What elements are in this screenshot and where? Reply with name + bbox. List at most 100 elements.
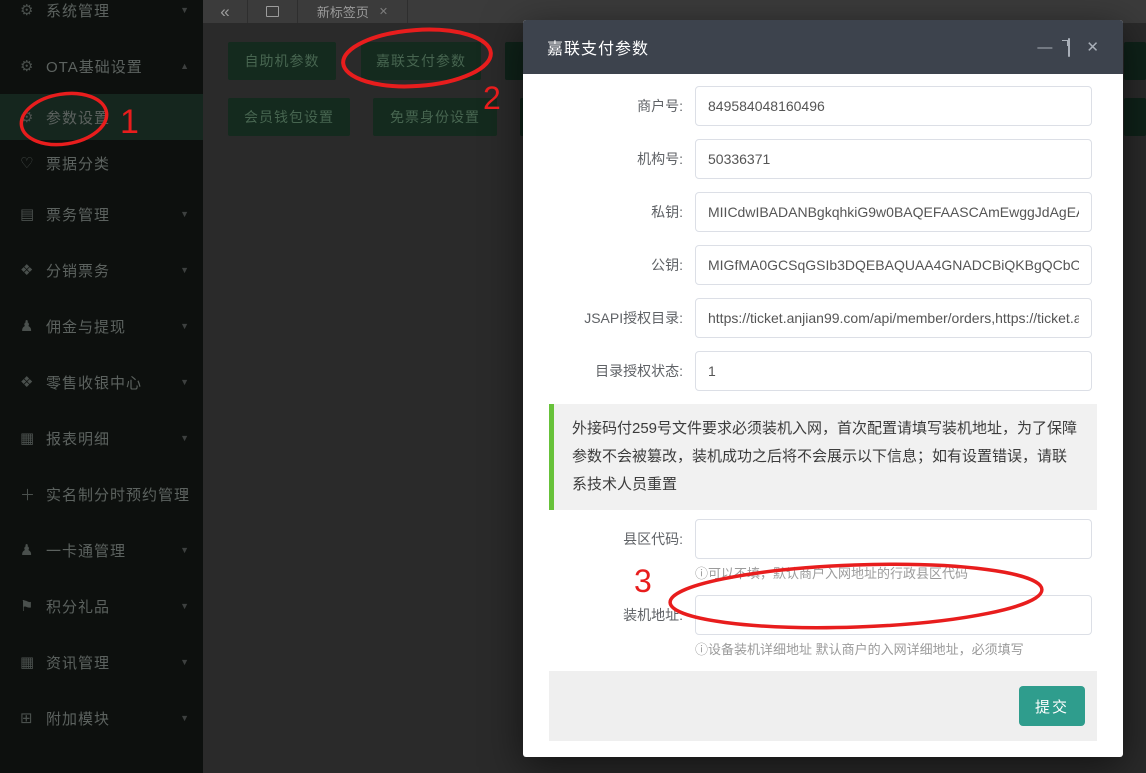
free-ticket-identity-button[interactable]: 免票身份设置 <box>373 98 497 136</box>
private-key-label: 私钥: <box>651 204 683 220</box>
sidebar-item-label: 实名制分时预约管理 <box>46 486 191 504</box>
install-address-label: 装机地址: <box>623 607 683 623</box>
onecard-management-icon: ♟ <box>20 542 34 559</box>
install-notice: 外接码付259号文件要求必须装机入网，首次配置请填写装机地址，为了保障参数不会被… <box>549 404 1097 510</box>
tab-label: 新标签页 <box>316 5 369 20</box>
sidebar-item-retail-cashier-center[interactable]: ❖ 零售收银中心 ▼ <box>0 354 203 410</box>
distribution-ticketing-icon: ❖ <box>20 262 34 279</box>
sidebar-item-onecard-management[interactable]: ♟ 一卡通管理 ▼ <box>0 522 203 578</box>
sidebar-item-ticket-management[interactable]: ▤ 票务管理 ▼ <box>0 186 203 242</box>
county-code-row: 县区代码: ⓘ可以不填，默认商户入网地址的行政县区代码 <box>523 519 1092 582</box>
chevron-up-icon: ▲ <box>180 61 189 71</box>
sidebar-item-label: 零售收银中心 <box>46 374 143 392</box>
dialog-header[interactable]: 嘉联支付参数 — ✕ <box>523 20 1123 74</box>
member-wallet-settings-button[interactable]: 会员钱包设置 <box>228 98 350 136</box>
county-code-label: 县区代码: <box>623 531 683 547</box>
sidebar-item-label: 报表明细 <box>46 430 111 448</box>
sidebar-item-label: 票据分类 <box>46 155 111 173</box>
jialian-pay-params-dialog: 嘉联支付参数 — ✕ 商户号: 机构号: 私钥: 公钥: JSAPI授权目录: <box>523 20 1123 757</box>
hidden-button-right-row1[interactable] <box>1124 42 1146 80</box>
close-icon[interactable]: ✕ <box>1086 40 1099 55</box>
sidebar-item-label: 佣金与提现 <box>46 318 127 336</box>
dir-auth-status-row: 目录授权状态: <box>523 351 1092 391</box>
sidebar-item-realname-timeslot-reservation[interactable]: ＋ 实名制分时预约管理 ▼ <box>0 466 203 522</box>
install-address-row: 装机地址: ⓘ设备装机详细地址 默认商户的入网详细地址，必须填写 <box>523 595 1092 658</box>
chevron-down-icon: ▼ <box>180 545 189 555</box>
sidebar-item-report-details[interactable]: ▦ 报表明细 ▼ <box>0 410 203 466</box>
chevron-down-icon: ▼ <box>180 489 189 499</box>
ticket-management-icon: ▤ <box>20 206 35 223</box>
tab-close-icon[interactable]: ✕ <box>379 5 388 18</box>
system-management-icon: ⚙ <box>20 2 34 19</box>
sidebar-item-label: 系统管理 <box>46 2 111 20</box>
public-key-row: 公钥: <box>523 245 1092 285</box>
sidebar-item-label: OTA基础设置 <box>46 58 143 76</box>
chevron-down-icon: ▼ <box>180 209 189 219</box>
install-address-hint: ⓘ设备装机详细地址 默认商户的入网详细地址，必须填写 <box>695 642 1024 657</box>
sidebar-item-ticket-category[interactable]: ♡ 票据分类 <box>0 140 203 186</box>
minimize-icon[interactable]: — <box>1037 40 1052 55</box>
chevron-down-icon: ▼ <box>180 265 189 275</box>
private-key-row: 私钥: <box>523 192 1092 232</box>
dialog-body: 商户号: 机构号: 私钥: 公钥: JSAPI授权目录: 目录授权状态: 外接码… <box>523 74 1123 741</box>
private-key-input[interactable] <box>695 192 1092 232</box>
sidebar-item-parameter-settings[interactable]: ⚙ 参数设置 <box>0 94 203 140</box>
sidebar-item-addon-modules[interactable]: ⊞ 附加模块 ▼ <box>0 690 203 746</box>
sidebar-item-commission-and-withdrawal[interactable]: ♟ 佣金与提现 ▼ <box>0 298 203 354</box>
dialog-title: 嘉联支付参数 <box>547 41 650 58</box>
org-no-label: 机构号: <box>637 151 683 167</box>
news-management-icon: ▦ <box>20 654 35 671</box>
realname-timeslot-reservation-icon: ＋ <box>20 486 36 504</box>
county-code-hint: ⓘ可以不填，默认商户入网地址的行政县区代码 <box>695 566 969 581</box>
chevron-down-icon: ▼ <box>180 657 189 667</box>
sidebar-item-label: 积分礼品 <box>46 598 111 616</box>
chevron-down-icon: ▼ <box>180 433 189 443</box>
county-code-input[interactable] <box>695 519 1092 559</box>
sidebar-item-ota-basic-settings[interactable]: ⚙ OTA基础设置 ▲ <box>0 38 203 94</box>
fullscreen-box-icon <box>1068 37 1071 57</box>
sidebar-item-distribution-ticketing[interactable]: ❖ 分销票务 ▼ <box>0 242 203 298</box>
dialog-footer: 提交 <box>549 671 1097 741</box>
sidebar: ⚙ 系统管理 ▼ ⚙ OTA基础设置 ▲ ⚙ 参数设置 ♡ 票据分类 ▤ 票务管理 ▼ ❖ 分销票务 ▼ ♟ 佣金… <box>0 0 203 773</box>
chevron-down-icon: ▼ <box>180 377 189 387</box>
dir-auth-status-input[interactable] <box>695 351 1092 391</box>
sidebar-item-label: 一卡通管理 <box>46 542 127 560</box>
jialian-pay-params-button[interactable]: 嘉联支付参数 <box>361 42 481 80</box>
collapse-sidebar-icon[interactable]: « <box>203 0 248 23</box>
sidebar-item-label: 分销票务 <box>46 262 111 280</box>
ticket-category-icon: ♡ <box>20 155 34 172</box>
install-address-input[interactable] <box>695 595 1092 635</box>
sidebar-item-label: 资讯管理 <box>46 654 111 672</box>
chevron-down-icon: ▼ <box>180 321 189 331</box>
org-no-input[interactable] <box>695 139 1092 179</box>
commission-and-withdrawal-icon: ♟ <box>20 318 34 335</box>
merchant-no-row: 商户号: <box>523 86 1092 126</box>
fullscreen-icon[interactable] <box>1068 37 1071 57</box>
addon-modules-icon: ⊞ <box>20 710 33 727</box>
dir-auth-status-label: 目录授权状态: <box>595 363 683 379</box>
report-details-icon: ▦ <box>20 430 35 447</box>
jsapi-dir-row: JSAPI授权目录: <box>523 298 1092 338</box>
ota-basic-settings-icon: ⚙ <box>20 58 34 75</box>
merchant-no-label: 商户号: <box>637 98 683 114</box>
chevron-down-icon: ▼ <box>180 5 189 15</box>
hidden-button-right-row2[interactable] <box>1124 98 1146 136</box>
home-tab-icon[interactable] <box>248 0 298 23</box>
org-no-row: 机构号: <box>523 139 1092 179</box>
retail-cashier-center-icon: ❖ <box>20 374 34 391</box>
chevron-down-icon: ▼ <box>180 713 189 723</box>
selfservice-params-button[interactable]: 自助机参数 <box>228 42 336 80</box>
submit-button[interactable]: 提交 <box>1019 686 1085 726</box>
sidebar-item-label: 票务管理 <box>46 206 111 224</box>
sidebar-item-news-management[interactable]: ▦ 资讯管理 ▼ <box>0 634 203 690</box>
public-key-label: 公钥: <box>651 257 683 273</box>
sidebar-item-system-management[interactable]: ⚙ 系统管理 ▼ <box>0 0 203 38</box>
sidebar-nav: ⚙ 系统管理 ▼ ⚙ OTA基础设置 ▲ ⚙ 参数设置 ♡ 票据分类 ▤ 票务管理 ▼ ❖ 分销票务 ▼ ♟ 佣金… <box>0 0 203 746</box>
parameter-settings-icon: ⚙ <box>20 109 34 126</box>
tab-new-page[interactable]: 新标签页 ✕ <box>298 0 408 23</box>
jsapi-dir-label: JSAPI授权目录: <box>584 310 683 326</box>
public-key-input[interactable] <box>695 245 1092 285</box>
jsapi-dir-input[interactable] <box>695 298 1092 338</box>
merchant-no-input[interactable] <box>695 86 1092 126</box>
sidebar-item-points-gifts[interactable]: ⚑ 积分礼品 ▼ <box>0 578 203 634</box>
